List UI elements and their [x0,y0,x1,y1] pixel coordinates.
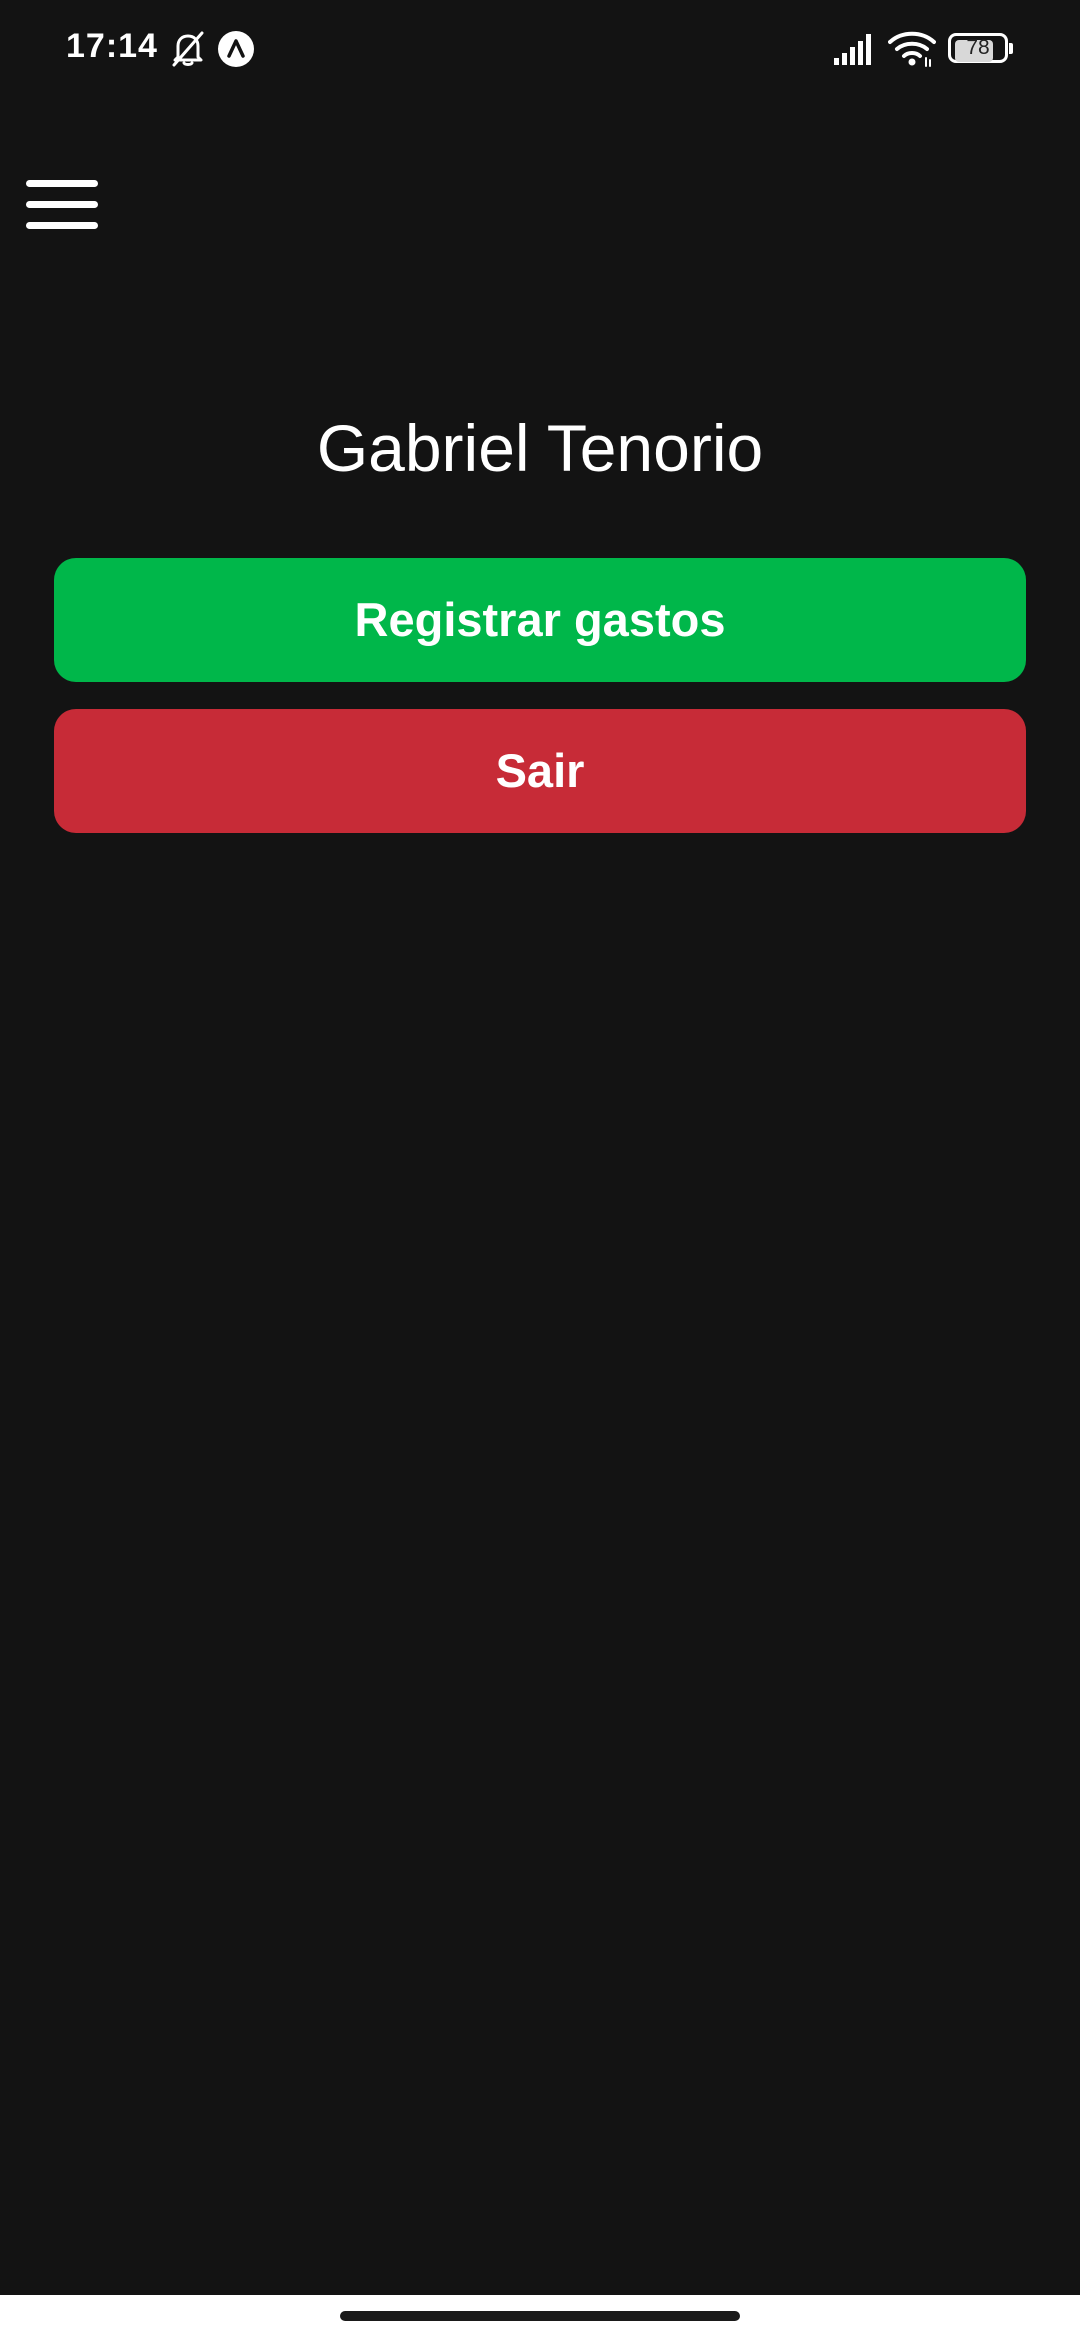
signal-icon [834,34,871,65]
status-time: 17:14 [66,27,158,65]
menu-bar-bottom [26,222,98,229]
app-screen: 17:14 78 Gabriel Tenorio Registrar gasto… [0,0,1080,2340]
menu-bar-top [26,180,98,187]
gesture-nav-bar [0,2295,1080,2340]
logout-button[interactable]: Sair [54,709,1026,833]
status-bar: 17:14 78 [0,0,1080,100]
menu-bar-middle [26,201,98,208]
home-indicator[interactable] [340,2311,740,2321]
expo-icon [218,31,254,67]
bell-off-icon [172,31,204,67]
user-name: Gabriel Tenorio [316,411,764,485]
wifi-icon [888,31,936,67]
register-expenses-button[interactable]: Registrar gastos [54,558,1026,682]
battery-level: 78 [966,36,990,59]
battery-cap [1009,43,1013,54]
hamburger-menu-icon[interactable] [26,176,98,234]
battery-icon: 78 [948,33,1013,65]
